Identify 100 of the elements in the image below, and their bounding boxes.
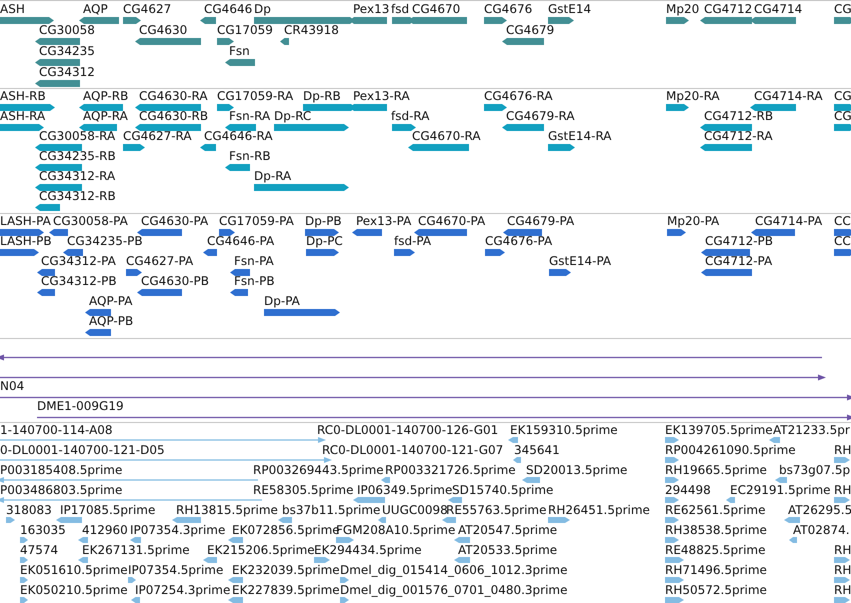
feature-label[interactable]: CG34235 — [39, 45, 95, 58]
feature-glyph[interactable] — [35, 59, 80, 66]
feature-glyph[interactable] — [219, 229, 235, 236]
feature-label[interactable]: AQP — [83, 3, 108, 16]
feature-label[interactable]: RC0-DL0001-140700-126-G01 — [317, 424, 498, 437]
feature-glyph[interactable] — [352, 229, 382, 236]
feature-glyph[interactable] — [485, 249, 505, 256]
feature-label[interactable]: CG34235-RB — [39, 150, 116, 163]
feature-label[interactable]: 163035 — [20, 524, 66, 537]
feature-glyph[interactable] — [548, 144, 575, 151]
feature-label[interactable]: CG34312-PA — [41, 255, 116, 268]
feature-label[interactable]: CG34312-RB — [39, 190, 116, 203]
feature-label[interactable]: CG30058-RA — [39, 130, 116, 143]
feature-label[interactable]: EC29191.5prime — [730, 484, 831, 497]
feature-label[interactable]: GstE14-RA — [548, 130, 612, 143]
feature-glyph[interactable] — [280, 38, 289, 45]
feature-label[interactable]: ASH-RB — [0, 90, 46, 103]
feature-glyph[interactable] — [230, 289, 248, 296]
feature-label[interactable]: LASH-PB — [0, 235, 52, 248]
feature-label[interactable]: CG4630-RA — [139, 90, 208, 103]
feature-label[interactable]: ASH-RA — [0, 110, 46, 123]
feature-label[interactable]: 0-DL0001-140700-121-D05 — [0, 444, 165, 457]
feature-glyph[interactable] — [484, 17, 507, 24]
feature-label[interactable]: RH13815.5prime — [176, 504, 278, 517]
feature-label[interactable]: CG4676 — [484, 3, 532, 16]
feature-glyph[interactable] — [667, 229, 686, 236]
feature-label[interactable]: RE62561.5prime — [665, 504, 766, 517]
feature-label[interactable]: CG34312-PB — [41, 275, 117, 288]
feature-label[interactable]: RH38538.5prime — [665, 524, 767, 537]
feature-label[interactable]: RE48825.5prime — [665, 544, 766, 557]
feature-label[interactable]: Dp-PA — [264, 295, 300, 308]
feature-glyph[interactable] — [750, 104, 796, 111]
feature-label[interactable]: CG4714-PA — [755, 215, 822, 228]
feature-label[interactable]: CG4712 — [704, 3, 752, 16]
feature-label[interactable]: AQP-PA — [89, 295, 132, 308]
feature-glyph[interactable] — [484, 104, 507, 111]
feature-label[interactable]: CC — [834, 235, 851, 248]
feature-label[interactable]: Fsn-PB — [234, 275, 275, 288]
feature-label[interactable]: EK267131.5prime — [82, 544, 190, 557]
feature-label[interactable]: RH — [834, 484, 851, 497]
feature-label[interactable]: CG4670-PA — [418, 215, 486, 228]
feature-label[interactable]: Mp20-RA — [666, 90, 720, 103]
feature-label[interactable]: IP07354.3prime — [130, 524, 226, 537]
feature-glyph[interactable] — [37, 269, 55, 276]
feature-label[interactable]: CG30058-PA — [53, 215, 128, 228]
feature-glyph[interactable] — [79, 124, 117, 131]
feature-label[interactable]: SD20013.5prime — [526, 464, 628, 477]
feature-glyph[interactable] — [135, 124, 201, 131]
feature-label[interactable]: AT02874. — [793, 524, 850, 537]
feature-glyph[interactable] — [35, 204, 60, 211]
feature-label[interactable]: fsd-PA — [394, 235, 432, 248]
feature-label[interactable]: Dp-RA — [254, 170, 292, 183]
feature-label[interactable]: CG34312-RA — [39, 170, 116, 183]
feature-label[interactable]: bs73g07.5p — [779, 464, 850, 477]
feature-glyph[interactable] — [85, 309, 111, 316]
feature-label[interactable]: fsd — [391, 3, 410, 16]
feature-label[interactable]: RH26451.5prime — [548, 504, 650, 517]
feature-label[interactable]: IP07254.3prime — [135, 584, 230, 597]
feature-label[interactable]: IP17085.5prime — [60, 504, 156, 517]
feature-label[interactable]: RH50572.5prime — [665, 584, 767, 597]
feature-label[interactable]: GstE14-PA — [549, 255, 612, 268]
feature-glyph[interactable] — [701, 249, 750, 256]
feature-glyph[interactable] — [0, 354, 822, 361]
feature-glyph[interactable] — [225, 59, 255, 66]
feature-glyph[interactable] — [137, 289, 182, 296]
feature-label[interactable]: Mp20 — [666, 3, 700, 16]
feature-label[interactable]: CR43918 — [284, 24, 339, 37]
feature-label[interactable]: CG4679-RA — [506, 110, 575, 123]
feature-glyph[interactable] — [79, 17, 119, 24]
feature-label[interactable]: Dmel_dig_001576_0701_0480.3prime — [340, 584, 568, 597]
feature-label[interactable]: CG4646 — [204, 3, 252, 16]
feature-label[interactable]: CG4630-PA — [141, 215, 208, 228]
feature-glyph[interactable] — [503, 229, 542, 236]
feature-label[interactable]: UUGC0098 — [382, 504, 448, 517]
feature-label[interactable]: CG4627-RA — [123, 130, 192, 143]
feature-glyph[interactable] — [137, 229, 182, 236]
feature-label[interactable]: CG — [834, 110, 851, 123]
feature-label[interactable]: CG4712-PA — [705, 255, 772, 268]
feature-glyph[interactable] — [203, 249, 217, 256]
feature-glyph[interactable] — [35, 184, 82, 191]
feature-label[interactable]: CG4646-RA — [204, 130, 273, 143]
feature-label[interactable]: CG4630-RB — [139, 110, 208, 123]
feature-label[interactable]: RH19665.5prime — [665, 464, 767, 477]
feature-glyph[interactable] — [79, 104, 123, 111]
feature-glyph[interactable] — [135, 38, 201, 45]
feature-label[interactable]: CC — [834, 215, 851, 228]
feature-glyph[interactable] — [751, 229, 795, 236]
feature-label[interactable]: CG34312 — [39, 66, 95, 79]
feature-label[interactable]: AQP-PB — [89, 315, 134, 328]
feature-glyph[interactable] — [666, 104, 689, 111]
feature-label[interactable]: Dmel_dig_015414_0606_1012.3prime — [340, 564, 568, 577]
feature-glyph[interactable] — [37, 289, 55, 296]
feature-glyph[interactable] — [700, 144, 752, 151]
feature-label[interactable]: EK050210.5prime — [20, 584, 128, 597]
feature-glyph[interactable] — [200, 17, 216, 24]
feature-label[interactable]: AT20533.5prime — [458, 544, 558, 557]
feature-label[interactable]: RE58305.5prime — [253, 484, 354, 497]
feature-label[interactable]: CG4630-PB — [141, 275, 210, 288]
feature-glyph[interactable] — [0, 124, 44, 131]
feature-glyph[interactable] — [0, 17, 54, 24]
